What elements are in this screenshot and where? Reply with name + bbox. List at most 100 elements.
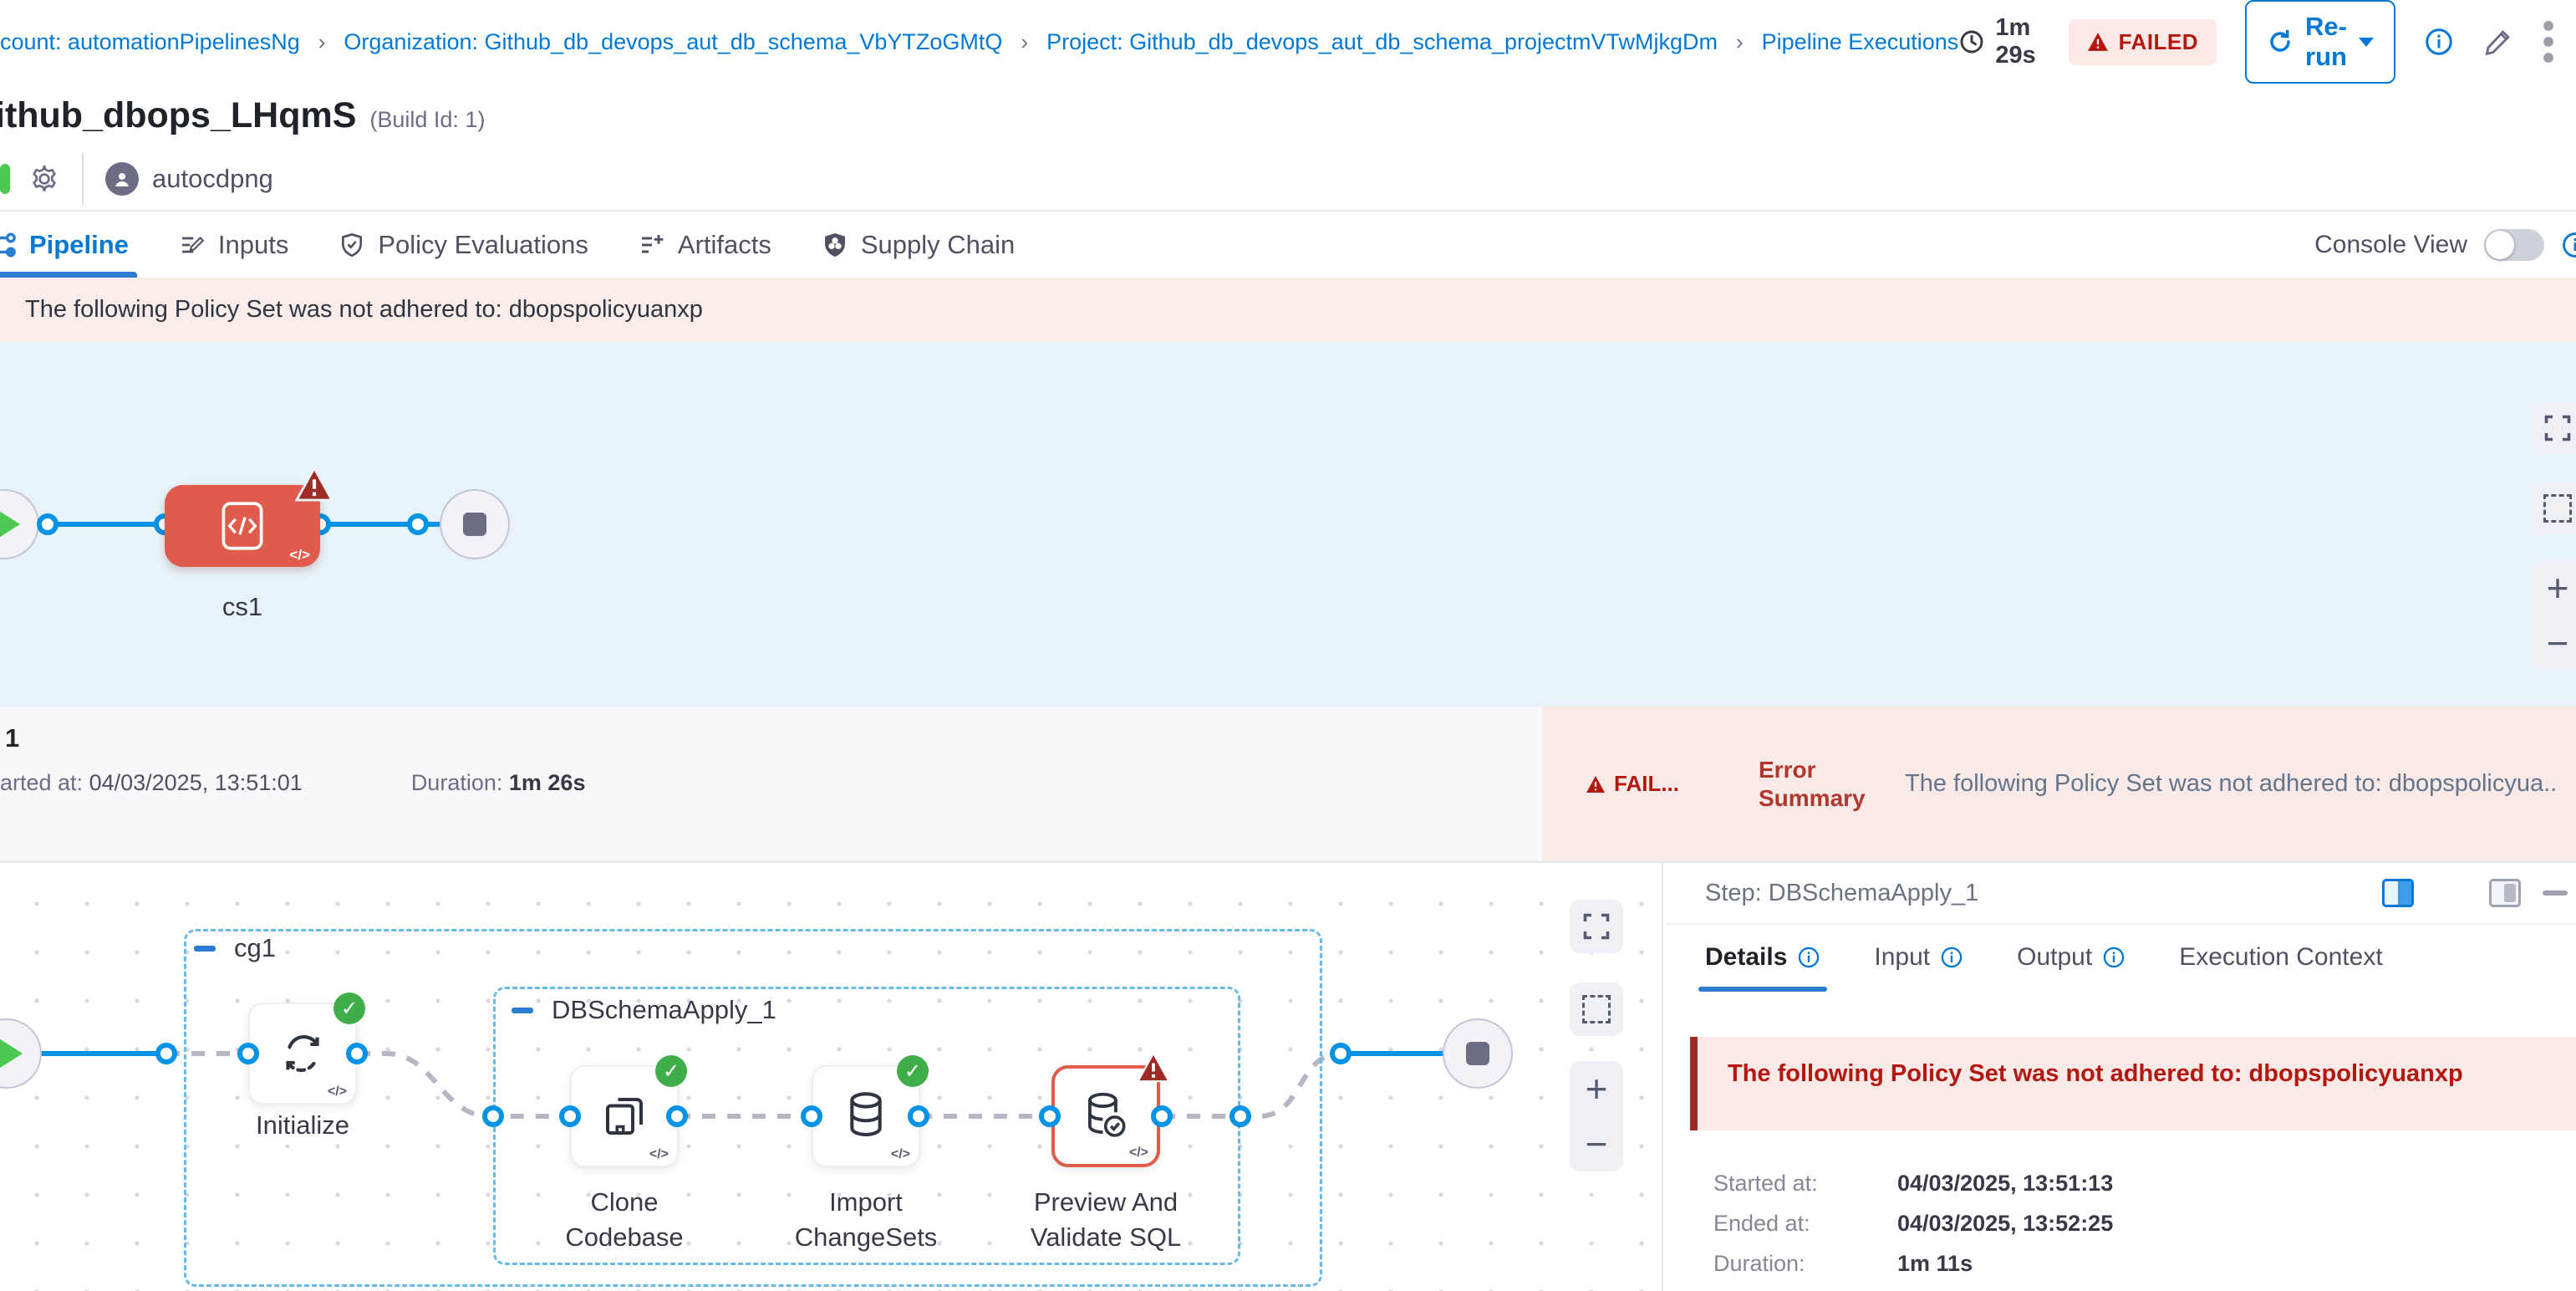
step-success-badge: ✓ (897, 1055, 929, 1087)
step-fullscreen-button[interactable] (1570, 900, 1623, 953)
artifacts-icon (639, 232, 665, 258)
tab-policy-evaluations[interactable]: Policy Evaluations (313, 212, 613, 278)
rerun-button[interactable]: Re-run (2245, 0, 2395, 84)
console-info-icon[interactable] (2561, 231, 2576, 259)
pipeline-icon (0, 231, 17, 259)
info-icon (2102, 946, 2125, 969)
tab-inputs[interactable]: Inputs (154, 212, 313, 278)
stage-error-section: FAIL... Error Summary The following Poli… (1542, 707, 2576, 861)
step-node-preview-validate-sql[interactable]: </> (1051, 1065, 1160, 1167)
step-panel-header: Step: DBSchemaApply_1 (1665, 863, 2576, 925)
connector-port (237, 1043, 259, 1064)
inputs-icon (179, 232, 206, 258)
stage-name: 1 (5, 723, 19, 753)
tab-output[interactable]: Output (2017, 943, 2125, 992)
rerun-icon (2267, 28, 2293, 55)
zoom-in-button[interactable]: + (1586, 1064, 1608, 1114)
step-node-initialize[interactable]: ✓ </> (248, 1003, 357, 1105)
zoom-out-button[interactable]: − (1586, 1119, 1608, 1169)
step-label-initialize: Initialize (223, 1108, 382, 1143)
step-label-clone-codebase: Clone Codebase (528, 1185, 720, 1255)
breadcrumb-account[interactable]: count: automationPipelinesNg (0, 29, 300, 55)
step-marquee-select-button[interactable] (1570, 982, 1623, 1036)
tab-input[interactable]: Input (1874, 943, 1963, 992)
detail-label: Duration: (1713, 1251, 1897, 1277)
started-at: arted at: 04/03/2025, 13:51:01 (0, 770, 303, 796)
stage-node-cs1[interactable]: </> (165, 485, 320, 567)
page-title: ithub_dbops_LHqmS (Build Id: 1) (0, 95, 485, 136)
execution-actions: 1m 29s FAILED Re-run (1958, 0, 2576, 84)
stop-icon (1466, 1042, 1489, 1065)
code-icon: </> (891, 1147, 910, 1162)
tab-artifacts[interactable]: Artifacts (613, 212, 797, 278)
code-icon: </> (649, 1147, 669, 1162)
step-panel-title: Step: DBSchemaApply_1 (1705, 880, 1978, 907)
stage-node-label: cs1 (165, 592, 320, 622)
collapse-icon[interactable] (194, 946, 216, 952)
supply-chain-icon (822, 232, 848, 258)
stop-icon (463, 513, 486, 536)
detail-row-started: Started at: 04/03/2025, 13:51:13 (1713, 1171, 2113, 1197)
tab-execution-context[interactable]: Execution Context (2179, 943, 2382, 992)
edit-pipeline-button[interactable] (2482, 26, 2514, 58)
detail-row-ended: Ended at: 04/03/2025, 13:52:25 (1713, 1211, 2113, 1237)
breadcrumb: count: automationPipelinesNg › Organizat… (0, 29, 1958, 55)
error-summary-label: Error Summary (1759, 756, 1867, 813)
tab-supply-chain[interactable]: Supply Chain (797, 212, 1040, 278)
step-success-badge: ✓ (655, 1055, 687, 1087)
info-icon (1940, 946, 1963, 969)
tab-label: Details (1705, 943, 1787, 972)
shield-check-icon (339, 232, 365, 258)
tab-label: Artifacts (678, 230, 771, 260)
step-label-import-changesets: Import ChangeSets (761, 1185, 970, 1255)
step-panel-tabs: Details Input Output Execution Context (1705, 943, 2383, 992)
marquee-select-button[interactable] (2531, 482, 2576, 535)
stage-times: arted at: 04/03/2025, 13:51:01 Duration:… (0, 770, 585, 796)
detail-row-duration: Duration: 1m 11s (1713, 1251, 1973, 1277)
tab-details[interactable]: Details (1705, 943, 1820, 992)
avatar (105, 162, 139, 196)
minimize-panel-button[interactable] (2543, 890, 2568, 896)
execution-info-button[interactable] (2424, 27, 2454, 57)
code-icon: </> (289, 547, 310, 564)
detail-value: 04/03/2025, 13:52:25 (1897, 1211, 2113, 1237)
detail-value: 1m 11s (1897, 1251, 1973, 1277)
breadcrumb-pipeline-executions[interactable]: Pipeline Executions (1762, 29, 1959, 55)
step-node-clone-codebase[interactable]: ✓ </> (570, 1065, 679, 1167)
breadcrumb-organization[interactable]: Organization: Github_db_devops_aut_db_sc… (344, 29, 1002, 55)
breadcrumb-project[interactable]: Project: Github_db_devops_aut_db_schema_… (1046, 29, 1718, 55)
step-node-import-changesets[interactable]: ✓ </> (812, 1065, 920, 1167)
tab-label: Policy Evaluations (378, 230, 588, 260)
fullscreen-button[interactable] (2531, 401, 2576, 455)
pipeline-stage-graph: </> cs1 + − (0, 341, 2576, 707)
layout-floating-view-button[interactable] (2489, 879, 2521, 907)
layout-right-view-button[interactable] (2382, 879, 2414, 907)
zoom-out-button[interactable]: − (2547, 618, 2569, 668)
tag-chip (0, 164, 10, 194)
collapse-icon[interactable] (512, 1008, 533, 1013)
build-id: (Build Id: 1) (369, 107, 485, 132)
gear-icon[interactable] (28, 163, 60, 195)
triggered-by-user[interactable]: autocdpng (152, 164, 273, 194)
info-icon (1797, 946, 1820, 969)
connector-port (346, 1043, 368, 1064)
step-success-badge: ✓ (333, 992, 365, 1024)
console-view-toggle[interactable] (2484, 229, 2544, 261)
console-view-control: Console View (2314, 229, 2576, 261)
step-group-dbschemaapply-label: DBSchemaApply_1 (512, 995, 776, 1025)
pipeline-start-node (0, 489, 39, 559)
more-options-button[interactable] (2543, 20, 2554, 64)
breadcrumb-separator: › (1736, 29, 1744, 55)
pipeline-name: ithub_dbops_LHqmS (0, 95, 356, 135)
tab-label: Supply Chain (861, 230, 1015, 260)
error-summary-text: The following Policy Set was not adhered… (1905, 770, 2576, 798)
tab-label: Inputs (218, 230, 288, 260)
title-block: ithub_dbops_LHqmS (Build Id: 1) autocdpng (0, 84, 2576, 212)
tab-pipeline[interactable]: Pipeline (0, 212, 154, 278)
warning-icon (2087, 32, 2109, 52)
play-icon (0, 1038, 23, 1069)
zoom-in-button[interactable]: + (2547, 563, 2569, 613)
connector-port (1229, 1105, 1251, 1127)
tab-label: Execution Context (2179, 943, 2382, 972)
step-group-cg1-label: cg1 (194, 933, 276, 963)
